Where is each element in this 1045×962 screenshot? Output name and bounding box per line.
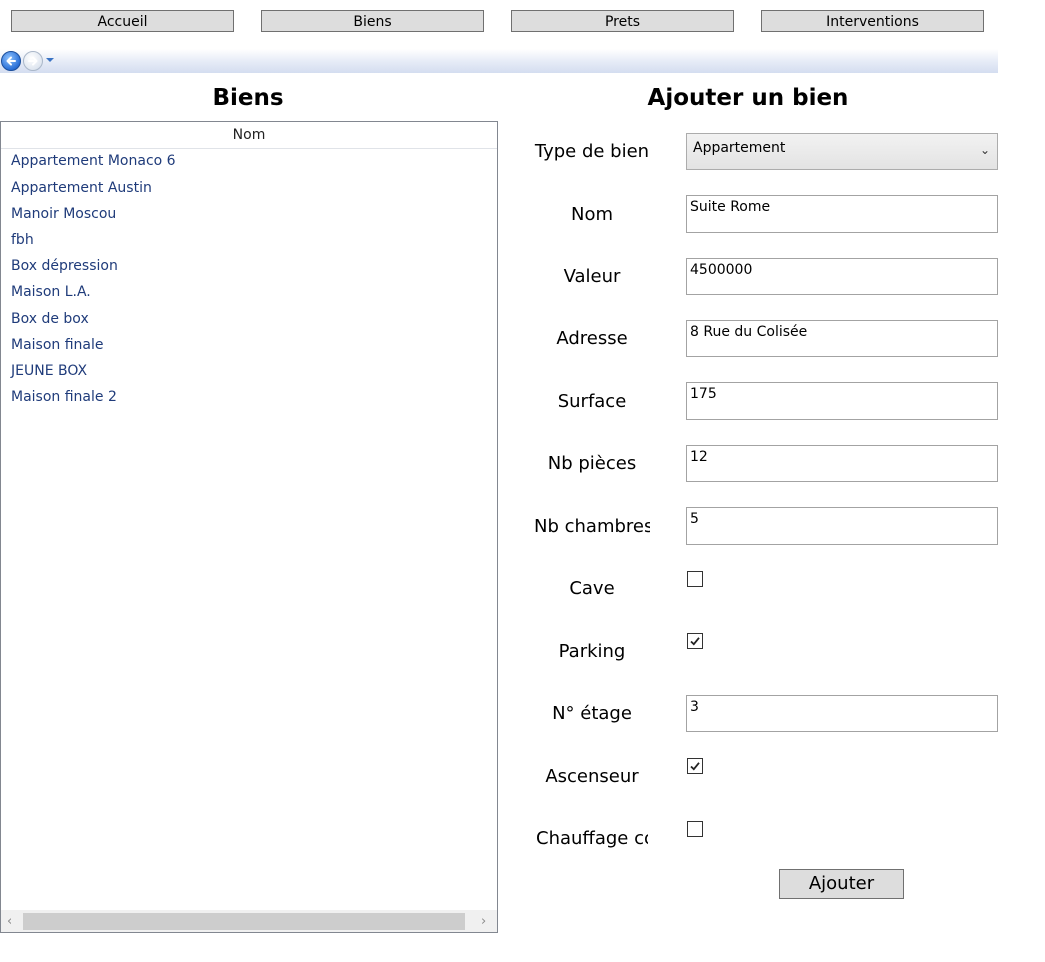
type-label: Type de bien bbox=[534, 141, 650, 162]
nav-biens-button[interactable]: Biens bbox=[261, 10, 484, 32]
etage-label: N° étage bbox=[552, 703, 632, 724]
parking-label: Parking bbox=[558, 641, 626, 662]
nav-interventions-button[interactable]: Interventions bbox=[761, 10, 984, 32]
chambres-field[interactable]: 5 bbox=[686, 507, 998, 545]
list-item[interactable]: Manoir Moscou bbox=[11, 204, 116, 224]
nav-prets-button[interactable]: Prets bbox=[511, 10, 734, 32]
window: Accueil Biens Prets Interventions Biens … bbox=[0, 0, 1045, 962]
list-item[interactable]: JEUNE BOX bbox=[11, 361, 87, 381]
chambres-label: Nb chambres bbox=[534, 516, 650, 537]
etage-field[interactable]: 3 bbox=[686, 695, 998, 732]
pieces-field[interactable]: 12 bbox=[686, 445, 998, 482]
ascenseur-label: Ascenseur bbox=[545, 766, 639, 787]
surface-label: Surface bbox=[557, 391, 627, 412]
list-item[interactable]: Appartement Monaco 6 bbox=[11, 151, 176, 171]
forward-arrow-icon[interactable] bbox=[23, 51, 43, 71]
list-item[interactable]: fbh bbox=[11, 230, 34, 250]
parking-checkbox[interactable] bbox=[687, 633, 703, 649]
navigation-bar bbox=[0, 49, 998, 73]
cave-checkbox[interactable] bbox=[687, 571, 703, 587]
nav-accueil-button[interactable]: Accueil bbox=[11, 10, 234, 32]
column-header-nom[interactable]: Nom bbox=[1, 122, 497, 149]
list-item[interactable]: Box de box bbox=[11, 309, 89, 329]
cave-label: Cave bbox=[569, 578, 615, 599]
list-item[interactable]: Appartement Austin bbox=[11, 178, 152, 198]
type-select-value: Appartement bbox=[693, 140, 786, 156]
list-item[interactable]: Box dépression bbox=[11, 256, 118, 276]
back-arrow-icon[interactable] bbox=[1, 51, 21, 71]
list-item[interactable]: Maison finale bbox=[11, 335, 104, 355]
ascenseur-checkbox[interactable] bbox=[687, 758, 703, 774]
history-dropdown-icon[interactable] bbox=[46, 58, 54, 62]
nom-field[interactable]: Suite Rome bbox=[686, 195, 998, 233]
list-title: Biens bbox=[212, 85, 284, 111]
valeur-label: Valeur bbox=[563, 266, 621, 287]
scrollbar-thumb[interactable] bbox=[23, 913, 465, 930]
nom-label: Nom bbox=[570, 204, 613, 225]
form-title: Ajouter un bien bbox=[647, 85, 849, 111]
scroll-right-icon[interactable]: › bbox=[481, 913, 486, 930]
horizontal-scrollbar[interactable]: ‹ › bbox=[1, 910, 497, 932]
biens-listview[interactable]: Nom Appartement Monaco 6 Appartement Aus… bbox=[0, 121, 498, 933]
list-item[interactable]: Maison finale 2 bbox=[11, 387, 117, 407]
list-item[interactable]: Maison L.A. bbox=[11, 282, 91, 302]
scroll-left-icon[interactable]: ‹ bbox=[7, 913, 12, 930]
adresse-label: Adresse bbox=[556, 328, 628, 349]
checkmark-icon bbox=[690, 637, 700, 646]
ajouter-button[interactable]: Ajouter bbox=[779, 869, 904, 899]
surface-field[interactable]: 175 bbox=[686, 382, 998, 420]
adresse-field[interactable]: 8 Rue du Colisée bbox=[686, 320, 998, 357]
pieces-label: Nb pièces bbox=[547, 453, 637, 474]
chauffage-label: Chauffage commun bbox=[536, 828, 648, 849]
checkmark-icon bbox=[690, 762, 700, 771]
chevron-down-icon: ⌄ bbox=[979, 143, 990, 157]
chauffage-checkbox[interactable] bbox=[687, 821, 703, 837]
type-select[interactable]: Appartement ⌄ bbox=[686, 133, 998, 170]
valeur-field[interactable]: 4500000 bbox=[686, 258, 998, 295]
